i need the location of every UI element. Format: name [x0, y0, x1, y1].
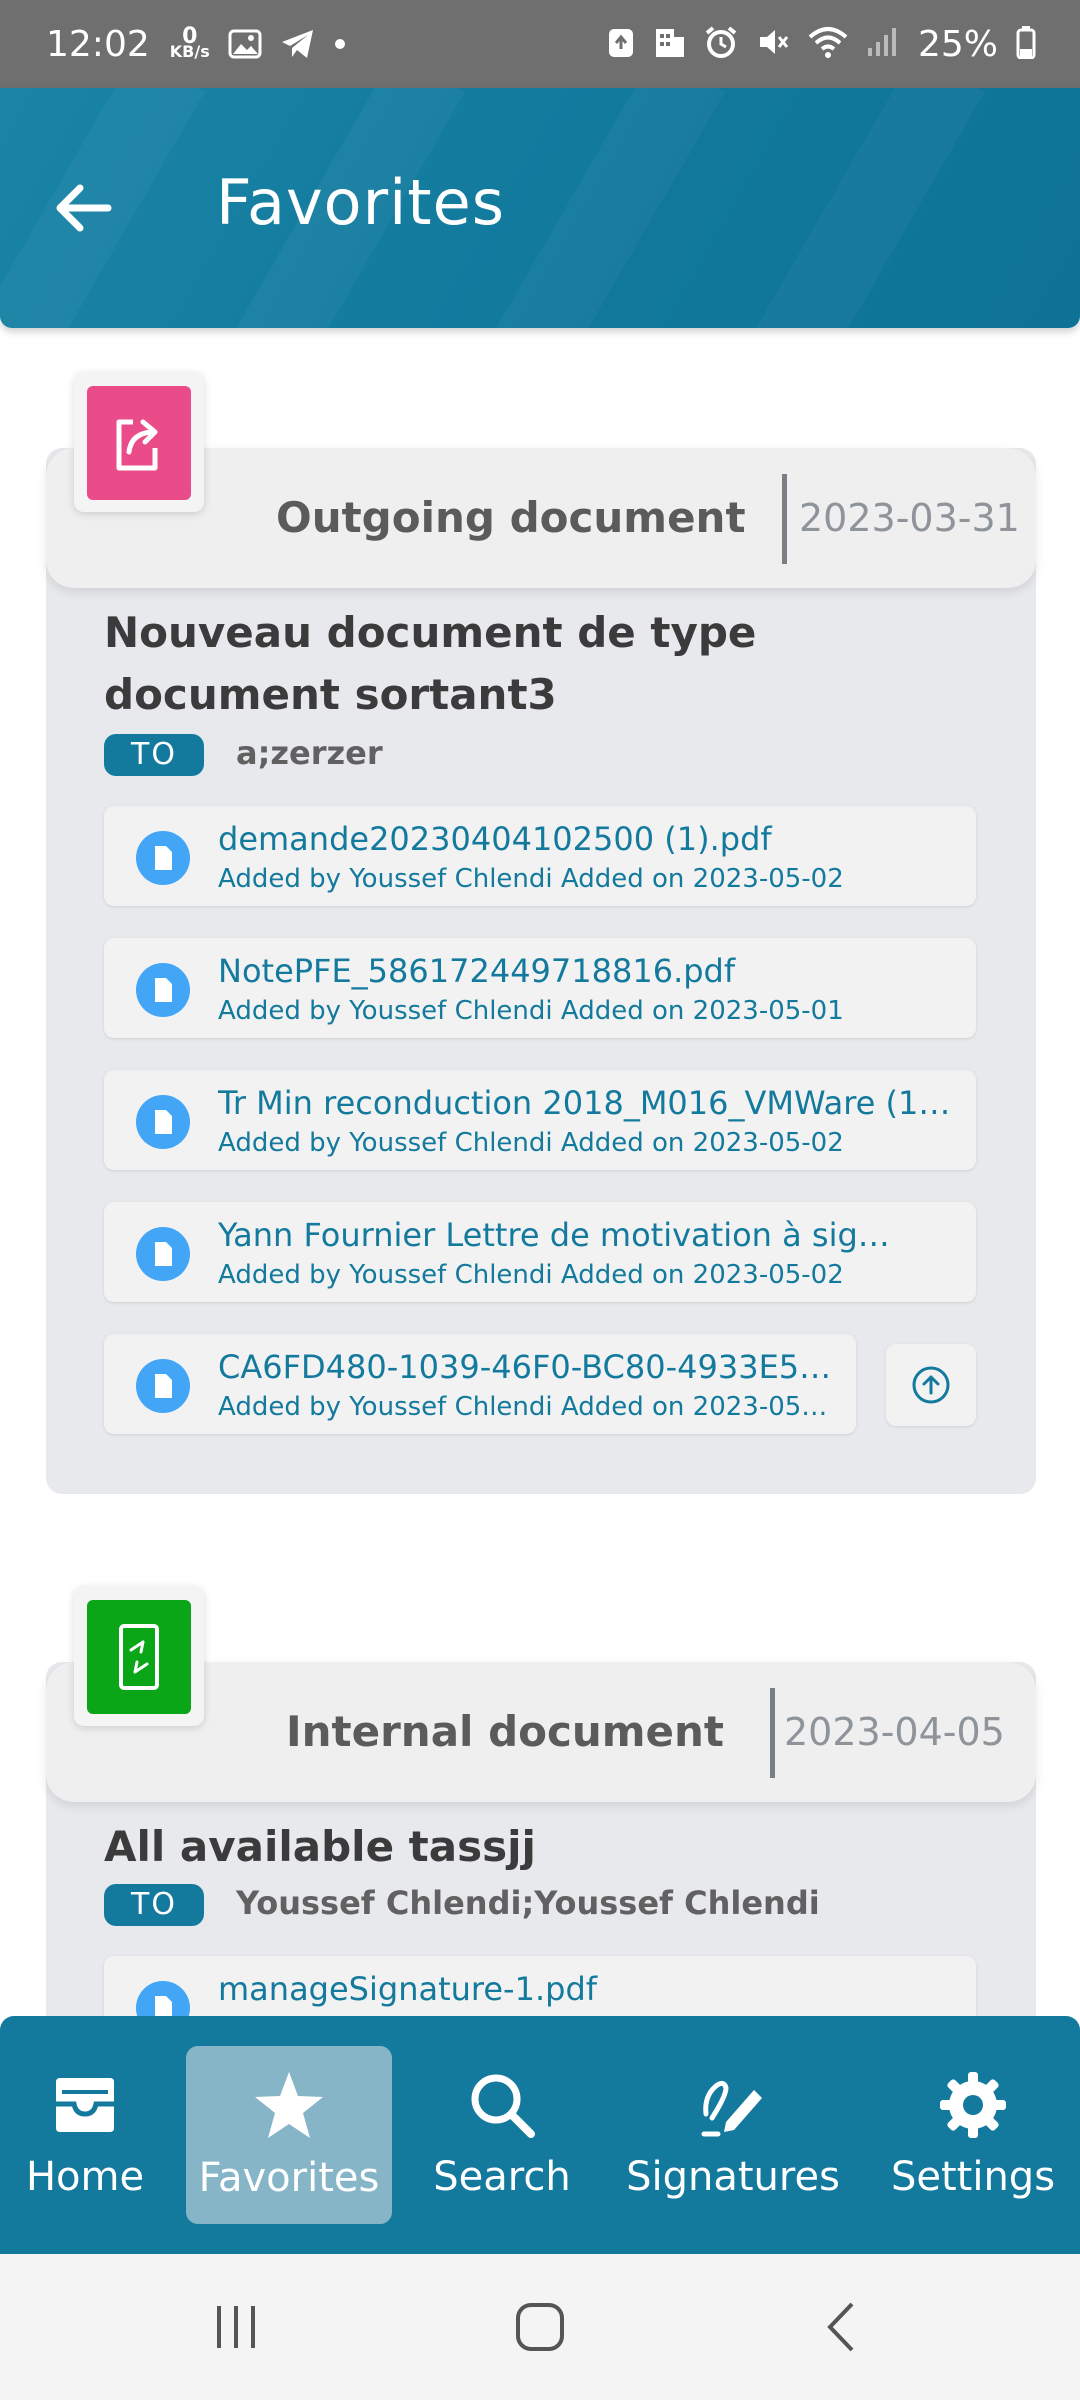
back-button[interactable] — [52, 176, 116, 240]
status-bar: 12:02 0 KB/s 25% — [0, 0, 1080, 88]
mute-icon — [756, 25, 790, 63]
telegram-icon — [280, 28, 316, 60]
page-title: Favorites — [216, 166, 506, 239]
star-icon — [255, 2072, 323, 2138]
badge-inner — [87, 1600, 191, 1714]
alarm-icon — [704, 25, 738, 63]
recycle-icon — [606, 25, 636, 63]
document-title: Nouveau document de type document sortan… — [104, 608, 757, 719]
attachment-name: demande20230404102500 (1).pdf — [218, 820, 772, 858]
attachment-item[interactable]: CA6FD480-1039-46F0-BC80-4933E5… Added by… — [104, 1334, 856, 1434]
home-circle-icon — [516, 2303, 564, 2351]
recipients: Youssef Chlendi;Youssef Chlendi — [236, 1884, 820, 1922]
nav-signatures[interactable]: Signatures — [618, 2016, 848, 2254]
document-type-badge — [74, 372, 204, 512]
signal-icon — [866, 26, 896, 62]
building-icon — [654, 25, 686, 63]
network-speed-unit: KB/s — [169, 42, 210, 61]
attachment-meta: Added by Youssef Chlendi Added on 2023-0… — [218, 864, 844, 894]
nav-settings[interactable]: Settings — [878, 2016, 1068, 2254]
attachment-name: NotePFE_586172449718816.pdf — [218, 952, 736, 990]
internal-transfer-icon — [119, 1624, 159, 1690]
status-time: 12:02 — [46, 23, 150, 65]
to-badge: TO — [104, 734, 204, 776]
header-divider — [770, 1688, 775, 1778]
document-date: 2023-03-31 — [799, 496, 1020, 540]
document-title: All available tassjj — [104, 1822, 536, 1871]
scroll-to-top-button[interactable] — [886, 1344, 976, 1426]
attachment-item[interactable]: demande20230404102500 (1).pdf Added by Y… — [104, 806, 976, 906]
document-type: Internal document — [286, 1707, 725, 1756]
bottom-navigation: Home Favorites Search Signatures Setting… — [0, 2016, 1080, 2254]
to-badge: TO — [104, 1884, 204, 1926]
file-icon — [136, 1095, 190, 1149]
document-date: 2023-04-05 — [784, 1710, 1005, 1754]
nav-label: Favorites — [198, 2155, 380, 2201]
attachment-item[interactable]: NotePFE_586172449718816.pdf Added by You… — [104, 938, 976, 1038]
attachment-item[interactable]: Tr Min reconduction 2018_M016_VMWare (1…… — [104, 1070, 976, 1170]
recipients: a;zerzer — [236, 734, 383, 772]
nav-favorites[interactable]: Favorites — [186, 2016, 392, 2254]
attachment-meta: Added by Youssef Chlendi Added on 2023-0… — [218, 1260, 844, 1290]
document-card[interactable]: Outgoing document 2023-03-31 Nouveau doc… — [46, 448, 1036, 1494]
nav-label: Home — [25, 2154, 145, 2200]
system-navigation-bar — [0, 2254, 1080, 2400]
app-bar: Favorites — [0, 88, 1080, 328]
notification-dot-icon — [334, 38, 346, 50]
attachment-name: manageSignature-1.pdf — [218, 1970, 598, 2008]
gear-icon — [940, 2072, 1006, 2138]
battery-percent: 25% — [917, 23, 998, 65]
document-type-badge — [74, 1586, 204, 1726]
file-icon — [136, 1359, 190, 1413]
badge-inner — [87, 386, 191, 500]
attachment-item[interactable]: Yann Fournier Lettre de motivation à sig… — [104, 1202, 976, 1302]
search-icon — [471, 2074, 535, 2138]
wifi-icon — [808, 25, 848, 63]
attachment-name: CA6FD480-1039-46F0-BC80-4933E5… — [218, 1348, 832, 1386]
recent-apps-icon — [217, 2306, 255, 2348]
arrow-up-circle-icon — [912, 1366, 950, 1404]
system-back-button[interactable] — [810, 2294, 874, 2360]
attachment-meta: Added by Youssef Chlendi Added on 2023-0… — [218, 1128, 844, 1158]
file-icon — [136, 831, 190, 885]
attachment-meta: Added by Youssef Chlendi Added on 2023-0… — [218, 996, 844, 1026]
file-icon — [136, 1227, 190, 1281]
recent-apps-button[interactable] — [204, 2294, 268, 2360]
nav-label: Settings — [890, 2154, 1056, 2200]
attachment-name: Tr Min reconduction 2018_M016_VMWare (1… — [218, 1084, 951, 1122]
inbox-icon — [56, 2078, 114, 2132]
outgoing-share-icon — [116, 419, 158, 471]
attachment-meta: Added by Youssef Chlendi Added on 2023-0… — [218, 1392, 828, 1422]
network-speed: 0 KB/s — [169, 26, 210, 61]
nav-label: Signatures — [626, 2154, 840, 2200]
nav-label: Search — [433, 2154, 571, 2200]
home-button[interactable] — [504, 2294, 576, 2360]
file-icon — [136, 963, 190, 1017]
signature-pen-icon — [701, 2080, 762, 2137]
header-divider — [782, 474, 787, 564]
attachment-name: Yann Fournier Lettre de motivation à sig… — [218, 1216, 890, 1254]
arrow-left-icon — [56, 184, 112, 232]
chevron-left-icon — [827, 2302, 854, 2352]
document-type: Outgoing document — [276, 493, 746, 542]
gallery-icon — [228, 29, 262, 59]
nav-home[interactable]: Home — [20, 2016, 150, 2254]
battery-icon — [1016, 25, 1036, 63]
nav-search[interactable]: Search — [424, 2016, 580, 2254]
